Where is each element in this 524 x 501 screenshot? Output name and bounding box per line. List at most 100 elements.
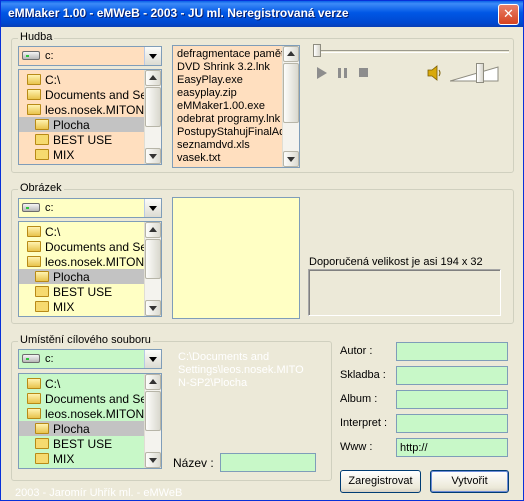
speaker-icon [427, 65, 441, 81]
scroll-up-icon[interactable] [145, 374, 161, 390]
create-button[interactable]: Vytvořit [430, 470, 509, 493]
folder-open-icon [35, 423, 49, 434]
dir-item[interactable]: BEST USE [35, 132, 146, 147]
file-item[interactable]: vasek.txt [177, 152, 220, 164]
file-item[interactable]: DVD Shrink 3.2.lnk [177, 61, 270, 73]
folder-open-icon [27, 408, 41, 419]
obrazek-drive-value: c: [45, 202, 54, 214]
hudba-dir-scrollbar[interactable] [144, 70, 161, 164]
cil-drive-select[interactable]: c: [18, 349, 162, 369]
cil-dir-list[interactable]: C:\ Documents and Settin leos.nosek.MITO… [18, 373, 162, 469]
app-window: eMMaker 1.00 - eMWeB - 2003 - JU ml. Ner… [0, 0, 524, 501]
folder-icon [35, 149, 49, 160]
name-label: Název : [173, 456, 214, 470]
album-input[interactable] [396, 390, 508, 409]
dir-item[interactable]: BEST USE [35, 284, 146, 299]
scroll-down-icon[interactable] [145, 300, 161, 316]
hudba-dir-list[interactable]: C:\ Documents and Settin leos.nosek.MITO… [18, 69, 162, 165]
stop-button[interactable] [359, 68, 369, 78]
obrazek-dir-list[interactable]: C:\ Documents and Setti leos.nosek.MITON… [18, 221, 162, 317]
chevron-down-icon[interactable] [144, 350, 161, 368]
folder-open-icon [27, 378, 41, 389]
dir-item[interactable]: C:\ [27, 72, 146, 87]
dir-item[interactable]: C:\ [27, 376, 146, 391]
scroll-thumb[interactable] [283, 63, 299, 123]
folder-open-icon [27, 256, 41, 267]
pause-button[interactable] [337, 67, 349, 79]
scroll-thumb[interactable] [145, 391, 161, 431]
window-title: eMMaker 1.00 - eMWeB - 2003 - JU ml. Ner… [8, 6, 349, 20]
scroll-up-icon[interactable] [283, 46, 299, 62]
volume-thumb[interactable] [476, 63, 484, 83]
dir-item[interactable]: Documents and Settin [27, 391, 146, 406]
folder-open-icon [35, 271, 49, 282]
dir-item-selected[interactable]: Plocha [19, 269, 146, 284]
name-input[interactable] [220, 453, 316, 472]
dir-item[interactable]: C:\ [27, 224, 146, 239]
register-button[interactable]: Zaregistrovat [340, 470, 421, 493]
close-button[interactable]: ✕ [498, 4, 519, 25]
folder-open-icon [27, 241, 41, 252]
folder-open-icon [27, 226, 41, 237]
dir-item[interactable]: BEST USE [35, 436, 146, 451]
dir-item[interactable]: MIX [35, 299, 146, 314]
autor-input[interactable] [396, 342, 508, 361]
file-item[interactable]: EasyPlay.exe [177, 74, 243, 86]
position-thumb[interactable] [313, 44, 321, 57]
dir-item[interactable]: Documents and Settin [27, 87, 146, 102]
scroll-down-icon[interactable] [283, 151, 299, 167]
file-item[interactable]: defragmentace pamět [177, 48, 284, 60]
scroll-thumb[interactable] [145, 87, 161, 127]
title-bar[interactable]: eMMaker 1.00 - eMWeB - 2003 - JU ml. Ner… [1, 1, 523, 27]
file-item[interactable]: seznamdvd.xls [177, 139, 250, 151]
dir-item[interactable]: leos.nosek.MITON-S [27, 102, 146, 117]
volume-button[interactable] [427, 65, 443, 81]
interpret-input[interactable] [396, 414, 508, 433]
hudba-file-list[interactable]: defragmentace pamět DVD Shrink 3.2.lnk E… [172, 45, 300, 168]
dir-item-selected[interactable]: Plocha [19, 117, 146, 132]
scroll-up-icon[interactable] [145, 70, 161, 86]
dir-item[interactable]: leos.nosek.MITON-S [27, 406, 146, 421]
obrazek-file-list[interactable] [172, 197, 300, 319]
file-item[interactable]: eMMaker1.00.exe [177, 100, 265, 112]
scroll-down-icon[interactable] [145, 452, 161, 468]
footer-text: 2003 - Jaromír Uhřík ml. - eMWeB [15, 487, 183, 499]
skladba-input[interactable] [396, 366, 508, 385]
hudba-legend: Hudba [18, 31, 55, 43]
hudba-drive-select[interactable]: c: [18, 46, 162, 66]
file-item[interactable]: PostupyStahujFinalAd [177, 126, 285, 138]
drive-icon [22, 51, 40, 60]
stop-icon [359, 68, 368, 77]
scroll-thumb[interactable] [145, 239, 161, 279]
hudba-file-scrollbar[interactable] [282, 46, 299, 167]
autor-label: Autor : [340, 345, 373, 357]
folder-open-icon [35, 119, 49, 130]
dir-item[interactable]: MIX [35, 147, 146, 162]
scroll-down-icon[interactable] [145, 148, 161, 164]
folder-icon [35, 438, 49, 449]
album-label: Album : [340, 393, 378, 405]
chevron-down-icon[interactable] [144, 47, 161, 65]
folder-icon [35, 286, 49, 297]
chevron-down-icon[interactable] [144, 199, 161, 217]
cil-dir-scrollbar[interactable] [144, 374, 161, 468]
dir-item[interactable]: Documents and Setti [27, 239, 146, 254]
volume-slider[interactable] [449, 63, 500, 83]
www-label: Www : [340, 441, 373, 453]
file-item[interactable]: odebrat programy.lnk [177, 113, 280, 125]
play-button[interactable] [315, 66, 329, 80]
position-track[interactable] [313, 50, 509, 53]
obrazek-drive-select[interactable]: c: [18, 198, 162, 218]
dir-item-selected[interactable]: Plocha [19, 421, 146, 436]
target-path-line: Settings\leos.nosek.MITO [178, 364, 304, 376]
cil-legend: Umístění cílového souboru [18, 334, 153, 346]
hudba-drive-value: c: [45, 50, 54, 62]
dir-item[interactable]: MIX [35, 451, 146, 466]
file-item[interactable]: easyplay.zip [177, 87, 237, 99]
scroll-up-icon[interactable] [145, 222, 161, 238]
pause-icon [338, 68, 347, 78]
dir-item[interactable]: leos.nosek.MITON-S [27, 254, 146, 269]
obrazek-dir-scrollbar[interactable] [144, 222, 161, 316]
target-path-line: N-SP2\Plocha [178, 377, 248, 389]
www-input[interactable]: http:// [396, 438, 508, 457]
